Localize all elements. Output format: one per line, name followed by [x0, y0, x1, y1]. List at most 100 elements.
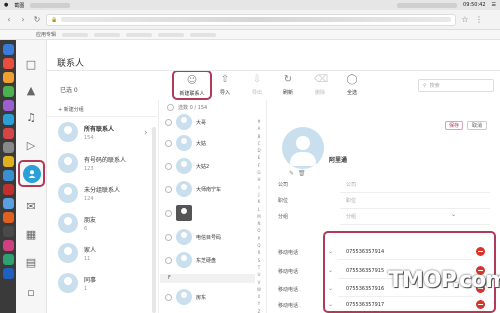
alphabet-letter[interactable]: X — [254, 293, 264, 300]
contact-row[interactable]: 东芝硬盘 — [165, 248, 255, 272]
dock-app-icon[interactable] — [2, 44, 14, 55]
refresh-button[interactable]: ↻ 刷新 — [275, 74, 301, 96]
alphabet-letter[interactable]: L — [254, 206, 264, 213]
message-icon[interactable]: ✉ — [21, 196, 41, 216]
contact-checkbox[interactable] — [165, 162, 172, 170]
bookmark-blurred[interactable] — [62, 32, 89, 37]
alphabet-letter[interactable]: Y — [254, 300, 264, 307]
alphabet-letter[interactable]: U — [254, 271, 264, 278]
alphabet-letter[interactable]: H — [254, 176, 264, 183]
dock-app-icon[interactable] — [2, 58, 14, 69]
alphabet-letter[interactable]: R — [254, 249, 264, 256]
grid-icon[interactable]: ▦ — [21, 224, 41, 244]
bookmark-apps[interactable]: 应用专辑 — [36, 31, 56, 38]
bookmark-blurred[interactable] — [126, 32, 153, 37]
phone-number[interactable]: 075536357916 — [346, 286, 384, 292]
contact-checkbox[interactable] — [165, 293, 172, 301]
music-note-icon[interactable]: ♫ — [21, 107, 41, 127]
folder-icon[interactable]: ▫ — [21, 282, 41, 302]
alphabet-letter[interactable]: Z — [254, 308, 264, 313]
forward-icon[interactable]: › — [18, 15, 28, 25]
contact-checkbox[interactable] — [165, 256, 172, 264]
address-bar[interactable]: 🔒 — [46, 13, 456, 26]
contact-row[interactable]: 大姑2 — [165, 154, 255, 178]
dock-app-icon[interactable] — [2, 86, 14, 97]
dock-app-icon[interactable] — [2, 268, 14, 279]
contact-checkbox[interactable] — [165, 118, 172, 126]
search-input[interactable]: ⚲ 搜索 — [418, 79, 494, 92]
pencil-icon[interactable]: ✎ — [289, 170, 294, 177]
chevron-down-icon[interactable]: ⌄ — [328, 301, 333, 308]
alphabet-letter[interactable]: N — [254, 220, 264, 227]
dock-app-icon[interactable] — [2, 142, 14, 153]
dock-app-icon[interactable] — [2, 170, 14, 181]
contact-row[interactable]: 大姑 — [165, 131, 255, 155]
trash-icon[interactable]: 🗑 — [298, 170, 306, 177]
phone-number[interactable]: 075536357917 — [346, 302, 384, 308]
alphabet-letter[interactable]: D — [254, 147, 264, 154]
dock-app-icon[interactable] — [2, 100, 14, 111]
company-input[interactable]: 公司 — [346, 181, 356, 188]
new-group-button[interactable]: + 新建分组 — [58, 106, 84, 113]
alphabet-letter[interactable]: T — [254, 264, 264, 271]
alphabet-letter[interactable]: # — [254, 118, 264, 125]
title-input[interactable]: 职位 — [346, 197, 356, 204]
group-item-all[interactable]: 所有联系人 154 — [57, 119, 153, 150]
contact-row[interactable] — [165, 201, 255, 225]
dock-app-icon[interactable] — [2, 226, 14, 237]
alphabet-letter[interactable]: J — [254, 191, 264, 198]
bookmark-blurred[interactable] — [94, 32, 121, 37]
alphabet-letter[interactable]: E — [254, 154, 264, 161]
alphabet-letter[interactable]: I — [254, 184, 264, 191]
reload-icon[interactable]: ↻ — [32, 15, 42, 25]
phone-number[interactable]: 075536357915 — [346, 268, 384, 274]
document-icon[interactable]: ▤ — [21, 252, 41, 272]
dock-app-icon[interactable] — [2, 128, 14, 139]
dock-app-icon[interactable] — [2, 198, 14, 209]
chevron-down-icon[interactable]: ⌄ — [328, 285, 333, 292]
list-icon[interactable]: ☰ — [492, 2, 496, 8]
window-icon[interactable]: □ — [21, 54, 41, 74]
dock-app-icon[interactable] — [2, 212, 14, 223]
alphabet-letter[interactable]: V — [254, 279, 264, 286]
contact-checkbox[interactable] — [165, 233, 172, 241]
remove-phone-button[interactable] — [476, 300, 485, 309]
contact-checkbox[interactable] — [165, 139, 172, 147]
alphabet-letter[interactable]: A — [254, 125, 264, 132]
play-icon[interactable]: ▷ — [21, 135, 41, 155]
alphabet-letter[interactable]: M — [254, 213, 264, 220]
bookmark-blurred[interactable] — [190, 32, 217, 37]
contacts-nav-button[interactable] — [18, 160, 45, 187]
export-button[interactable]: ⇩ 导出 — [244, 74, 270, 96]
back-icon[interactable]: ‹ — [4, 15, 14, 25]
star-icon[interactable]: ☆ — [460, 15, 470, 25]
alphabet-letter[interactable]: Q — [254, 242, 264, 249]
delete-button[interactable]: ⌫ 删除 — [307, 74, 333, 96]
chevron-down-icon[interactable]: ⌄ — [328, 248, 333, 255]
new-contact-button[interactable]: ☺ 新建联系人 — [172, 70, 212, 100]
alphabet-letter[interactable]: S — [254, 257, 264, 264]
group-item-colleagues[interactable]: 同事 1 — [57, 270, 153, 301]
dock-app-icon[interactable] — [2, 156, 14, 167]
alphabet-letter[interactable]: C — [254, 140, 264, 147]
alphabet-index[interactable]: # A B C D E F G H I J K L M N O P Q R S T U V W X Y Z — [254, 118, 264, 313]
menu-icon[interactable]: ⋮ — [474, 15, 484, 25]
alphabet-letter[interactable]: W — [254, 286, 264, 293]
cancel-button[interactable]: 取消 — [467, 121, 487, 130]
contact-detail-avatar[interactable] — [282, 127, 324, 169]
contact-checkbox[interactable] — [165, 209, 172, 217]
select-all-button[interactable]: ◯ 全选 — [339, 74, 365, 96]
contact-detail-name[interactable]: 阿里通 — [329, 155, 347, 164]
dock-app-icon[interactable] — [2, 114, 14, 125]
contact-row[interactable]: 电信目号码 — [165, 225, 255, 249]
group-item-family[interactable]: 家人 11 — [57, 240, 153, 271]
phone-number[interactable]: 075536357914 — [346, 249, 384, 255]
apple-icon[interactable]: ● — [4, 2, 8, 8]
chevron-down-icon[interactable]: ⌄ — [328, 267, 333, 274]
alphabet-letter[interactable]: F — [254, 162, 264, 169]
group-item-with-number[interactable]: 有号码的联系人 123 — [57, 150, 153, 181]
contact-row[interactable]: 大师南宁车 — [165, 177, 255, 201]
chevron-down-icon[interactable]: ⌄ — [451, 211, 456, 218]
dock-app-icon[interactable] — [2, 254, 14, 265]
dock-app-icon[interactable] — [2, 184, 14, 195]
